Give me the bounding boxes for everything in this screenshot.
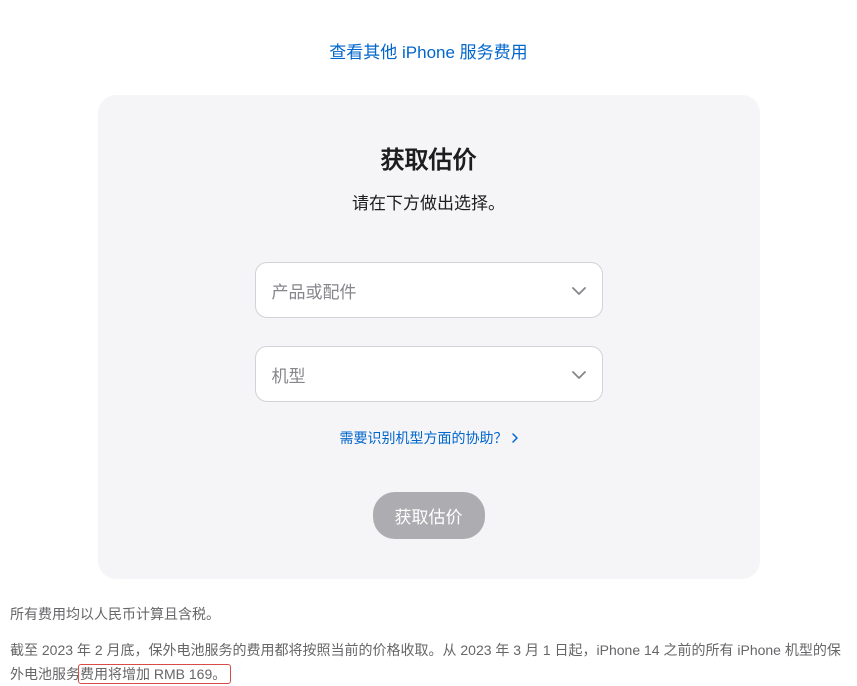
model-select[interactable]: 机型	[255, 346, 603, 402]
product-select-wrapper: 产品或配件	[255, 262, 603, 318]
chevron-down-icon	[572, 280, 586, 300]
help-link-text: 需要识别机型方面的协助？	[340, 428, 508, 448]
footer-line2: 截至 2023 年 2 月底，保外电池服务的费用都将按照当前的价格收取。从 20…	[10, 639, 847, 686]
identify-model-help-link[interactable]: 需要识别机型方面的协助？	[340, 428, 518, 448]
view-other-services-link[interactable]: 查看其他 iPhone 服务费用	[0, 0, 857, 63]
get-estimate-button[interactable]: 获取估价	[373, 492, 485, 539]
product-select-placeholder: 产品或配件	[272, 278, 357, 303]
product-select[interactable]: 产品或配件	[255, 262, 603, 318]
chevron-down-icon	[572, 364, 586, 384]
chevron-right-icon	[512, 430, 518, 446]
price-increase-highlight: 费用将增加 RMB 169。	[78, 664, 231, 684]
footer-notes: 所有费用均以人民币计算且含税。 截至 2023 年 2 月底，保外电池服务的费用…	[0, 579, 857, 686]
footer-line1: 所有费用均以人民币计算且含税。	[10, 603, 847, 627]
model-select-wrapper: 机型	[255, 346, 603, 402]
model-select-placeholder: 机型	[272, 362, 306, 387]
card-subtitle: 请在下方做出选择。	[138, 189, 720, 214]
estimate-card: 获取估价 请在下方做出选择。 产品或配件 机型 需要识别机型方面的协助？ 获取估…	[98, 95, 760, 579]
card-title: 获取估价	[138, 140, 720, 175]
